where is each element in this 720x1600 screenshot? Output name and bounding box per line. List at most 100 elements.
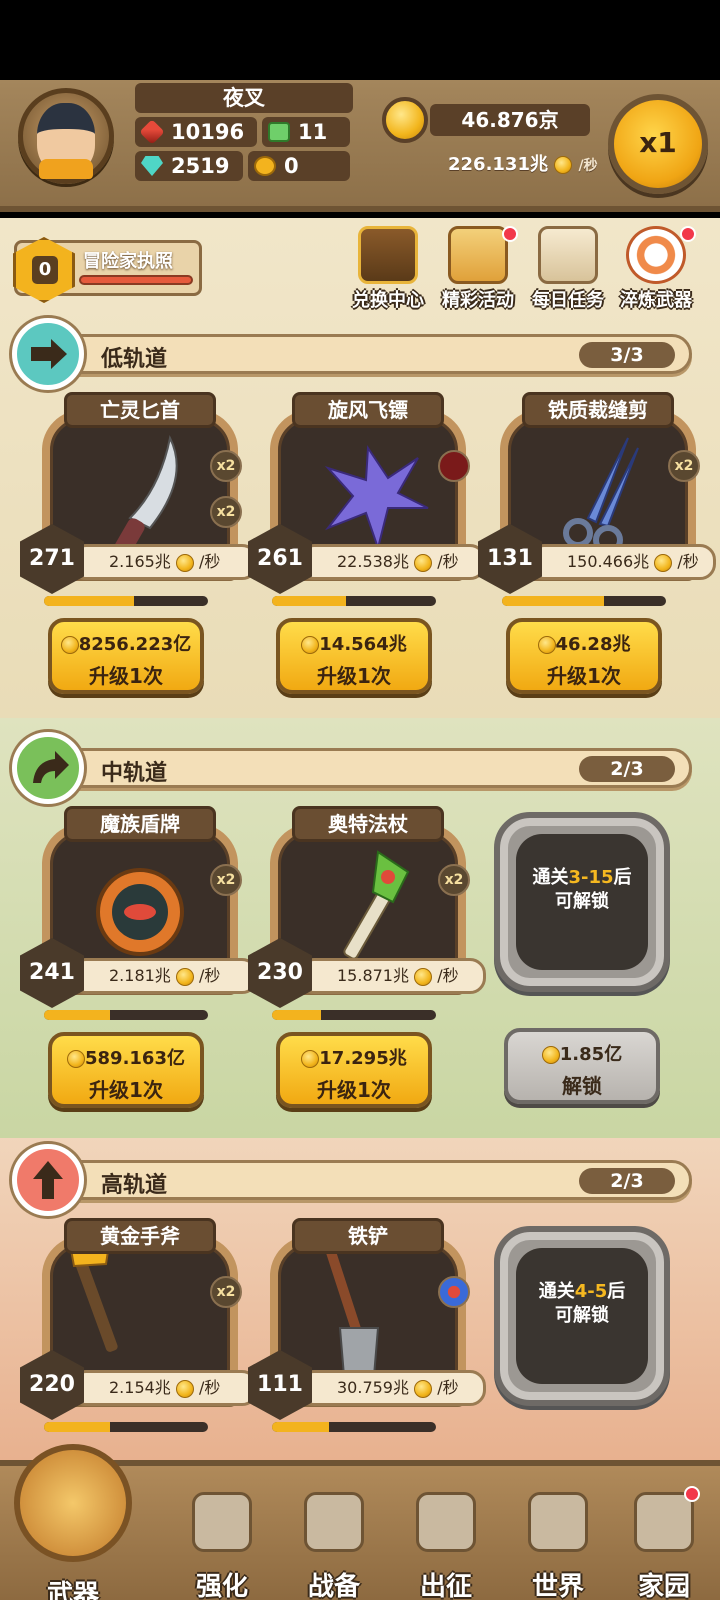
weapon-name: 黄金手斧 — [64, 1218, 216, 1254]
unlock-suffix: 后 — [607, 1281, 626, 1302]
rate-unit: /秒 — [199, 966, 221, 985]
rate-value: 22.538兆 — [337, 552, 409, 571]
upgrade-label: 升级1次 — [89, 664, 163, 688]
nav-weapons-label: 武器 — [46, 1580, 99, 1600]
nav-world[interactable]: 世界 — [508, 1466, 608, 1600]
shield-icon — [304, 1492, 364, 1552]
rate-value: 15.871兆 — [337, 966, 409, 985]
progress-fill — [272, 1010, 322, 1020]
license-badge-icon: 0 — [13, 237, 75, 303]
weapon-rate: 30.759兆 /秒 — [298, 1370, 486, 1406]
weapon-progress — [272, 596, 436, 606]
upgrade-button[interactable]: 17.295兆 升级1次 — [276, 1032, 432, 1108]
speed-multiplier-button[interactable]: x1 — [608, 94, 708, 194]
map-icon — [528, 1492, 588, 1552]
income-rate: 226.131兆 /秒 — [448, 150, 618, 178]
upgrade-label: 升级1次 — [317, 1078, 391, 1102]
rate-unit: /秒 — [437, 966, 459, 985]
player-header: 夜叉 10196 11 2519 0 46.876京 226.131兆 /秒 x… — [0, 80, 720, 212]
upgrade-cost-value: 8256.223亿 — [78, 634, 192, 655]
exchange-center-label: 兑换中心 — [352, 290, 424, 311]
right-arrow-icon — [12, 318, 84, 390]
low-track-header: 低轨道 3/3 — [60, 334, 692, 374]
coin-icon — [554, 156, 573, 174]
rate-unit: /秒 — [199, 1378, 221, 1397]
exchange-center-button[interactable]: 兑换中心 — [346, 226, 430, 316]
upgrade-cost: 8256.223亿 — [52, 630, 200, 656]
weapon-rate: 2.154兆 /秒 — [70, 1370, 258, 1406]
weapon-name: 魔族盾牌 — [64, 806, 216, 842]
weapon-card[interactable]: 魔族盾牌 x2 2.181兆 /秒 241 589.163亿 升级1次 — [20, 806, 258, 1126]
mid-track-header: 中轨道 2/3 — [60, 748, 692, 788]
weapon-rate: 22.538兆 /秒 — [298, 544, 486, 580]
upgrade-cost: 14.564兆 — [280, 630, 428, 656]
upgrade-label: 升级1次 — [89, 1078, 163, 1102]
mid-track-title: 中轨道 — [101, 761, 168, 786]
unlock-stage: 4-5 — [574, 1281, 608, 1302]
weapon-card[interactable]: 铁铲 30.759兆 /秒 111 — [248, 1218, 486, 1460]
rate-unit: /秒 — [677, 552, 699, 571]
ticket-stat: 11 — [262, 117, 350, 147]
nav-enhance[interactable]: 强化 — [172, 1466, 272, 1600]
up-arrow-icon — [12, 1144, 84, 1216]
weapon-progress — [272, 1010, 436, 1020]
weapon-card[interactable]: 旋风飞镖 22.538兆 /秒 261 14.564兆 升级1次 — [248, 392, 486, 712]
weapon-card[interactable]: 奥特法杖 x2 15.871兆 /秒 230 17.295兆 升级1次 — [248, 806, 486, 1126]
gem-value: 2519 — [171, 154, 230, 178]
locked-weapon-slot[interactable]: 通关4-5后 可解锁 — [494, 1226, 670, 1406]
upgrade-button[interactable]: 14.564兆 升级1次 — [276, 618, 432, 694]
weapon-progress — [502, 596, 666, 606]
locked-weapon-slot[interactable]: 通关3-15后 可解锁 — [494, 812, 670, 992]
upgrade-label: 升级1次 — [317, 664, 391, 688]
high-track-header: 高轨道 2/3 — [60, 1160, 692, 1200]
weapon-card[interactable]: 黄金手斧 x2 2.154兆 /秒 220 — [20, 1218, 258, 1460]
nav-expedition[interactable]: 出征 — [396, 1466, 496, 1600]
x2-badge: x2 — [438, 864, 470, 896]
coin-icon — [60, 636, 79, 654]
license-progress — [79, 275, 193, 285]
rate-unit: /秒 — [199, 552, 221, 571]
refine-notification-dot — [680, 226, 696, 242]
rate-value: 150.466兆 — [567, 552, 650, 571]
unlock-line2: 可解锁 — [555, 1305, 609, 1326]
nav-expedition-label: 出征 — [419, 1572, 472, 1600]
nav-home[interactable]: 家园 — [614, 1466, 714, 1600]
upgrade-label: 升级1次 — [547, 664, 621, 688]
weapon-progress — [44, 1422, 208, 1432]
high-track-title: 高轨道 — [101, 1173, 168, 1198]
weapon-card[interactable]: 铁质裁缝剪 x2 150.466兆 /秒 131 46.28兆 升级1次 — [478, 392, 716, 712]
unlock-cost: 1.85亿 — [508, 1040, 656, 1066]
license-title: 冒险家执照 — [83, 251, 173, 272]
unlock-button[interactable]: 1.85亿 解锁 — [504, 1028, 660, 1104]
coin-icon — [301, 1050, 320, 1068]
nav-weapons[interactable]: 武器 — [0, 1444, 146, 1600]
upgrade-button[interactable]: 46.28兆 升级1次 — [506, 618, 662, 694]
weapon-card[interactable]: 亡灵匕首 x2 x2 2.165兆 /秒 271 8256.223亿 升级1次 — [20, 392, 258, 712]
upgrade-button[interactable]: 8256.223亿 升级1次 — [48, 618, 204, 694]
unlock-cost-value: 1.85亿 — [559, 1044, 623, 1065]
events-button[interactable]: 精彩活动 — [436, 226, 520, 316]
upgrade-cost-value: 589.163亿 — [85, 1048, 185, 1069]
refine-weapon-button[interactable]: 淬炼武器 — [614, 226, 698, 316]
unlock-condition: 通关3-15后 可解锁 — [500, 866, 664, 914]
income-unit: /秒 — [578, 158, 598, 174]
nav-gear[interactable]: 战备 — [284, 1466, 384, 1600]
weapon-rate: 150.466兆 /秒 — [528, 544, 716, 580]
weapon-progress — [272, 1422, 436, 1432]
coin-icon — [541, 1046, 560, 1064]
adventurer-license[interactable]: 0 冒险家执照 — [13, 237, 202, 303]
power-stat: 10196 — [135, 117, 257, 147]
rate-value: 2.154兆 — [109, 1378, 171, 1397]
daily-tasks-button[interactable]: 每日任务 — [526, 226, 610, 316]
rate-value: 2.165兆 — [109, 552, 171, 571]
weapon-name: 亡灵匕首 — [64, 392, 216, 428]
rate-value: 2.181兆 — [109, 966, 171, 985]
player-avatar[interactable] — [18, 88, 114, 184]
progress-fill — [272, 1422, 330, 1432]
coin-icon — [414, 1379, 433, 1398]
events-label: 精彩活动 — [442, 290, 514, 311]
rate-unit: /秒 — [437, 552, 459, 571]
gem-stat: 2519 — [135, 151, 243, 181]
upgrade-cost-value: 14.564兆 — [319, 634, 407, 655]
upgrade-button[interactable]: 589.163亿 升级1次 — [48, 1032, 204, 1108]
